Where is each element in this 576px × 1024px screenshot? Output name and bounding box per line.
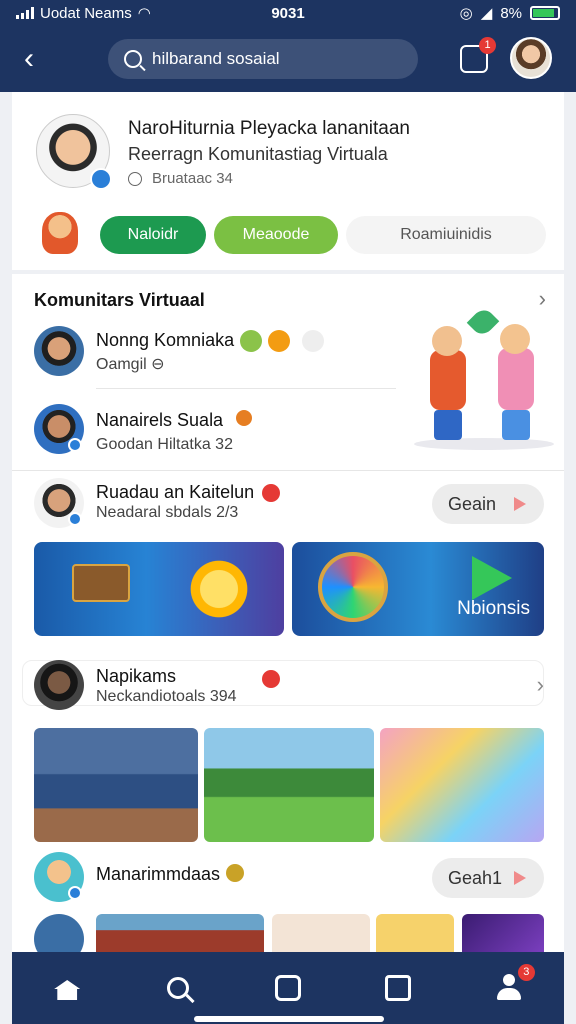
photo-thumbnail[interactable]: [204, 728, 374, 842]
profile-badge: 3: [517, 964, 535, 981]
divider: [12, 470, 564, 471]
home-indicator: [194, 1016, 384, 1022]
photo-thumbnail[interactable]: [462, 914, 544, 952]
member-avatar[interactable]: [34, 326, 84, 376]
back-button[interactable]: ‹: [24, 42, 54, 76]
search-icon: [166, 977, 189, 999]
coin-icon: [226, 864, 244, 882]
bottom-tab-bar: 3: [12, 952, 564, 1024]
pill-button-1[interactable]: Naloidr: [100, 216, 206, 254]
online-dot-icon: [68, 512, 82, 526]
pill-button-2[interactable]: Meaoode: [214, 216, 338, 254]
chevron-right-icon[interactable]: ›: [537, 672, 544, 698]
tab-home[interactable]: [49, 970, 85, 1006]
profile-meta: Bruataac 34: [128, 170, 233, 187]
status-bar: Uodat Neams ◠ 9031 ◎ ◢ 8%: [0, 0, 576, 26]
join-button-label: Geah1: [448, 867, 503, 888]
community-illustration: [408, 304, 558, 454]
member-name: Nonng Komniaka: [96, 330, 235, 350]
group-name: Napikams: [96, 666, 177, 686]
emoji-icon: [240, 330, 262, 352]
member-status: Goodan Hiltatka 32: [96, 436, 233, 453]
profile-name: NaroHiturnia Pleyacka lananitaan: [128, 118, 410, 139]
photo-thumbnail[interactable]: [380, 728, 544, 842]
join-button[interactable]: Geain: [432, 484, 544, 524]
tab-shop[interactable]: [380, 970, 416, 1006]
heart-icon: [262, 484, 280, 502]
section-title: Komunitars Virtuaal: [34, 290, 205, 310]
profile-subtitle: Reerragn Komunitastiag Virtuala: [128, 144, 388, 164]
search-bar[interactable]: hilbarand sosaial: [108, 39, 418, 79]
prize-wheel-icon: [318, 552, 388, 622]
battery-icon: [530, 6, 560, 20]
banner-label: Nbionsis: [457, 598, 530, 619]
photo-thumbnail[interactable]: [96, 914, 264, 952]
emoji-icon: [236, 410, 252, 426]
member-avatar[interactable]: [34, 914, 84, 952]
status-time: 9031: [271, 4, 305, 22]
create-icon: [274, 975, 301, 1001]
member-status: Oamgil ⊖: [96, 356, 165, 373]
search-input[interactable]: hilbarand sosaial: [152, 49, 280, 69]
header-avatar[interactable]: [510, 37, 552, 79]
tab-create[interactable]: [270, 970, 306, 1006]
group-subtitle: Neckandiotoals 394: [96, 688, 237, 705]
community-feed: Komunitars Virtuaal › Nonng Komniaka Oam…: [12, 274, 564, 952]
member-status: Neadaral sbdals 2/3: [96, 504, 239, 521]
treasure-chest-icon: [72, 564, 130, 602]
divider: [96, 388, 396, 389]
tag-icon: [302, 330, 324, 352]
online-dot-icon: [68, 438, 82, 452]
group-avatar[interactable]: [34, 660, 84, 710]
profile-meta-text: Bruataac 34: [152, 170, 233, 187]
promo-banner-2[interactable]: Nbionsis: [292, 542, 544, 636]
profile-card: NaroHiturnia Pleyacka lananitaan Reerrag…: [12, 92, 564, 270]
search-icon: [124, 50, 142, 68]
send-icon: [514, 497, 526, 511]
shopping-bag-icon: [385, 975, 412, 1001]
photo-thumbnail[interactable]: [34, 728, 198, 842]
photo-thumbnail[interactable]: [272, 914, 370, 952]
badge-icon: [268, 330, 290, 352]
member-name: Ruadau an Kaitelun: [96, 482, 255, 502]
photo-thumbnail[interactable]: [376, 914, 454, 952]
member-name: Nanairels Suala: [96, 410, 224, 430]
pill-button-3[interactable]: Roamiuinidis: [346, 216, 546, 254]
join-button[interactable]: Geah1: [432, 858, 544, 898]
clock-icon: [128, 171, 142, 186]
online-dot-icon: [68, 886, 82, 900]
join-button-label: Geain: [448, 493, 497, 514]
user-icon: [495, 974, 523, 1002]
app-header: ‹ hilbarand sosaial 1: [0, 26, 576, 92]
notification-badge: 1: [479, 37, 496, 54]
notification-button[interactable]: 1: [460, 37, 496, 73]
send-icon: [514, 871, 526, 885]
verified-icon: [90, 168, 112, 190]
heart-icon: [262, 670, 280, 688]
home-icon: [54, 980, 81, 1000]
mascot-icon: [42, 212, 78, 254]
promo-banner-1[interactable]: [34, 542, 284, 636]
tab-profile[interactable]: 3: [491, 964, 535, 1006]
play-icon: [472, 556, 512, 600]
tab-search[interactable]: [160, 970, 196, 1006]
starburst-icon: [174, 546, 264, 632]
community-name: Manarimmdaas: [96, 864, 221, 884]
